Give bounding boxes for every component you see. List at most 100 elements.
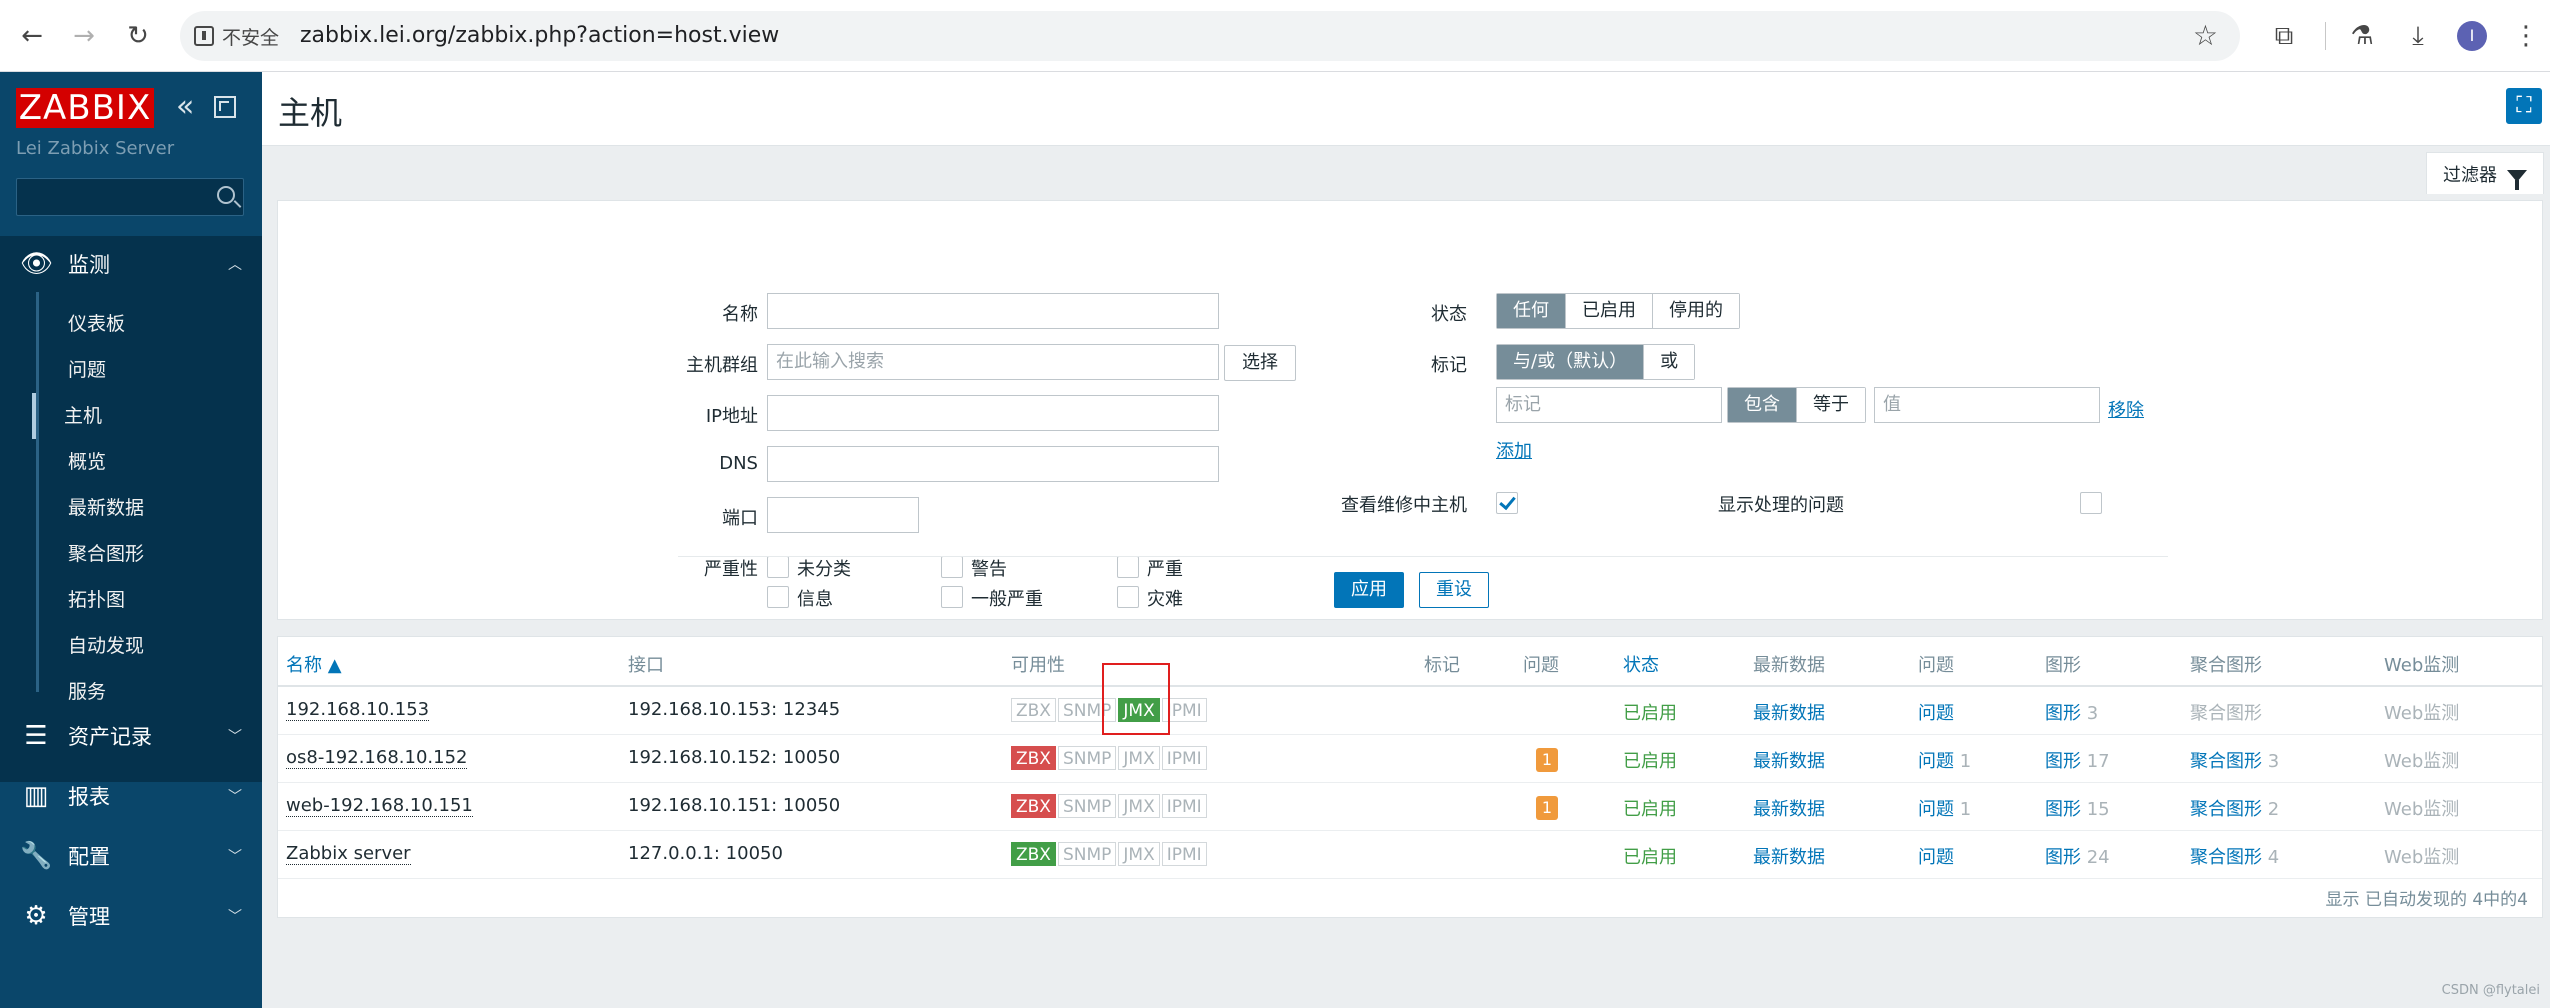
status-option-disabled[interactable]: 停用的: [1653, 294, 1739, 328]
search-icon[interactable]: [217, 186, 235, 204]
hostgroup-input[interactable]: 在此输入搜索: [767, 344, 1219, 380]
host-name-link[interactable]: 192.168.10.153: [286, 699, 430, 721]
status-option-any[interactable]: 任何: [1497, 294, 1566, 328]
problems-link[interactable]: 问题: [1918, 847, 1954, 868]
sidebar-item-discovery[interactable]: 自动发现: [36, 623, 262, 669]
sidebar-item-latest-data[interactable]: 最新数据: [36, 485, 262, 531]
screens-link[interactable]: 聚合图形: [2190, 799, 2262, 820]
menu-configuration[interactable]: 🔧 配置 ﹀: [0, 828, 262, 884]
problems-link[interactable]: 问题: [1918, 703, 1954, 724]
tag-mode-segmented-control[interactable]: 与/或（默认） 或: [1496, 344, 1696, 380]
tag-mode-or[interactable]: 或: [1644, 345, 1695, 379]
col-header-availability: 可用性: [1011, 655, 1065, 676]
sidebar-item-overview[interactable]: 概览: [36, 439, 262, 485]
sidebar-search-input[interactable]: [16, 178, 244, 216]
dns-input[interactable]: [767, 446, 1219, 482]
severity-warning-checkbox[interactable]: [941, 556, 963, 578]
menu-monitoring[interactable]: 👁 监测 ︿: [0, 236, 262, 292]
suppressed-checkbox[interactable]: [2080, 492, 2102, 514]
name-input[interactable]: [767, 293, 1219, 329]
page-title: 主机: [278, 94, 343, 132]
url-text[interactable]: zabbix.lei.org/zabbix.php?action=host.vi…: [300, 23, 779, 48]
status-segmented-control[interactable]: 任何 已启用 停用的: [1496, 293, 1740, 329]
problem-count-badge[interactable]: 1: [1536, 748, 1558, 772]
fullscreen-icon[interactable]: ⛶: [2506, 88, 2542, 124]
remove-tag-link[interactable]: 移除: [2108, 396, 2144, 422]
latest-data-link[interactable]: 最新数据: [1753, 799, 1825, 820]
screens-link[interactable]: 聚合图形: [2190, 703, 2262, 724]
forward-icon[interactable]: →: [66, 18, 102, 54]
sidebar-item-screens[interactable]: 聚合图形: [36, 531, 262, 577]
problem-count-badge[interactable]: 1: [1536, 796, 1558, 820]
labs-flask-icon[interactable]: ⚗: [2344, 18, 2380, 54]
apply-button[interactable]: 应用: [1334, 572, 1404, 608]
problems-link[interactable]: 问题: [1918, 799, 1954, 820]
problems-link[interactable]: 问题: [1918, 751, 1954, 772]
collapse-sidebar-icon[interactable]: «: [176, 92, 204, 124]
kiosk-mode-icon[interactable]: [214, 96, 236, 118]
screens-link[interactable]: 聚合图形: [2190, 847, 2262, 868]
menu-inventory[interactable]: ☰ 资产记录 ﹀: [0, 708, 262, 764]
screens-link[interactable]: 聚合图形: [2190, 751, 2262, 772]
sidebar-item-problems[interactable]: 问题: [36, 347, 262, 393]
severity-information-checkbox[interactable]: [767, 586, 789, 608]
host-name-link[interactable]: web-192.168.10.151: [286, 795, 473, 817]
host-status[interactable]: 已启用: [1623, 847, 1677, 868]
annotation-highlight-box: [1102, 663, 1170, 735]
browser-menu-icon[interactable]: ⋮: [2508, 18, 2544, 54]
host-status[interactable]: 已启用: [1623, 751, 1677, 772]
tag-name-input[interactable]: 标记: [1496, 387, 1722, 423]
web-monitoring-link[interactable]: Web监测: [2384, 847, 2459, 868]
tag-value-input[interactable]: 值: [1874, 387, 2100, 423]
web-monitoring-link[interactable]: Web监测: [2384, 703, 2459, 724]
address-bar[interactable]: 不安全 zabbix.lei.org/zabbix.php?action=hos…: [180, 11, 2240, 61]
reload-icon[interactable]: ↻: [120, 18, 156, 54]
add-tag-link[interactable]: 添加: [1496, 437, 1532, 463]
severity-average-checkbox[interactable]: [941, 586, 963, 608]
port-input[interactable]: [767, 497, 919, 533]
zabbix-logo[interactable]: ZABBIX: [16, 88, 154, 128]
tag-mode-and-or[interactable]: 与/或（默认）: [1497, 345, 1645, 379]
select-button[interactable]: 选择: [1224, 345, 1296, 381]
bookmark-star-icon[interactable]: ☆: [2193, 19, 2218, 52]
sidebar-item-hosts[interactable]: 主机: [32, 393, 258, 439]
list-icon: ☰: [24, 721, 48, 751]
web-monitoring-link[interactable]: Web监测: [2384, 799, 2459, 820]
extensions-icon[interactable]: ⧉: [2266, 18, 2302, 54]
latest-data-link[interactable]: 最新数据: [1753, 847, 1825, 868]
web-monitoring-link[interactable]: Web监测: [2384, 751, 2459, 772]
host-status[interactable]: 已启用: [1623, 703, 1677, 724]
graphs-link[interactable]: 图形: [2045, 799, 2081, 820]
status-option-enabled[interactable]: 已启用: [1566, 294, 1653, 328]
site-info-chip[interactable]: 不安全: [194, 20, 279, 52]
tag-operator-equals[interactable]: 等于: [1797, 388, 1865, 422]
graphs-link[interactable]: 图形: [2045, 751, 2081, 772]
severity-high-checkbox[interactable]: [1117, 556, 1139, 578]
menu-administration[interactable]: ⚙ 管理 ﹀: [0, 888, 262, 944]
latest-data-link[interactable]: 最新数据: [1753, 751, 1825, 772]
severity-disaster-checkbox[interactable]: [1117, 586, 1139, 608]
reset-button[interactable]: 重设: [1419, 572, 1489, 608]
col-header-name[interactable]: 名称 ▲: [286, 651, 342, 677]
host-name-link[interactable]: os8-192.168.10.152: [286, 747, 468, 769]
filter-tab[interactable]: 过滤器: [2426, 152, 2544, 194]
menu-reports[interactable]: ▥ 报表 ﹀: [0, 768, 262, 824]
toolbar-separator: [2325, 22, 2326, 50]
graphs-link[interactable]: 图形: [2045, 847, 2081, 868]
back-icon[interactable]: ←: [14, 18, 50, 54]
graphs-link[interactable]: 图形: [2045, 703, 2081, 724]
profile-avatar[interactable]: I: [2457, 21, 2487, 51]
host-name-link[interactable]: Zabbix server: [286, 843, 411, 865]
tag-operator-segmented-control[interactable]: 包含 等于: [1727, 387, 1866, 423]
maintenance-checkbox[interactable]: [1496, 492, 1518, 514]
latest-data-link[interactable]: 最新数据: [1753, 703, 1825, 724]
col-header-status[interactable]: 状态: [1623, 651, 1659, 677]
download-icon[interactable]: ⤓: [2400, 18, 2436, 54]
browser-toolbar: ← → ↻ 不安全 zabbix.lei.org/zabbix.php?acti…: [0, 0, 2550, 72]
tag-operator-contains[interactable]: 包含: [1728, 388, 1797, 422]
host-status[interactable]: 已启用: [1623, 799, 1677, 820]
ip-input[interactable]: [767, 395, 1219, 431]
sidebar-item-dashboard[interactable]: 仪表板: [36, 301, 262, 347]
severity-unclassified-checkbox[interactable]: [767, 556, 789, 578]
sidebar-item-maps[interactable]: 拓扑图: [36, 577, 262, 623]
